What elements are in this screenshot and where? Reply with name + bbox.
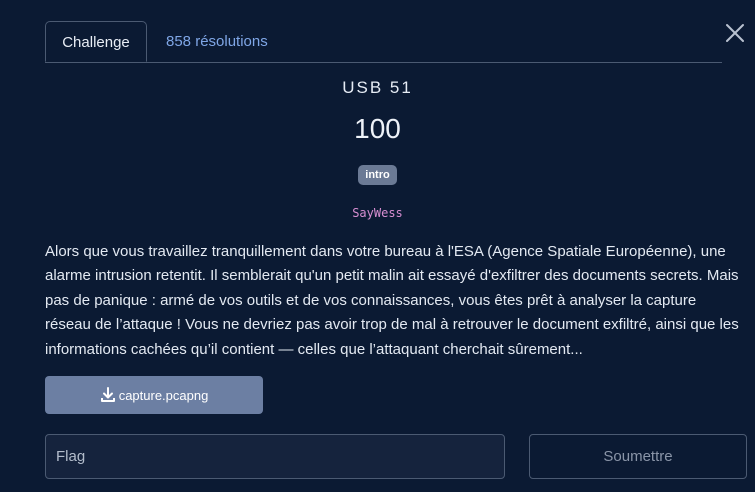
category-badge: intro bbox=[358, 165, 397, 185]
close-icon[interactable] bbox=[724, 22, 746, 44]
tab-bar: Challenge 858 résolutions bbox=[45, 21, 722, 63]
tag-container: intro bbox=[0, 165, 755, 185]
tab-challenge[interactable]: Challenge bbox=[45, 21, 147, 62]
flag-input[interactable] bbox=[45, 434, 505, 479]
tab-resolutions[interactable]: 858 résolutions bbox=[166, 21, 268, 62]
download-file-button[interactable]: capture.pcapng bbox=[45, 376, 263, 414]
challenge-points: 100 bbox=[354, 113, 401, 144]
download-file-label: capture.pcapng bbox=[118, 387, 209, 403]
submit-button[interactable]: Soumettre bbox=[529, 434, 747, 479]
challenge-author: SayWess bbox=[352, 206, 403, 220]
challenge-title: USB 51 bbox=[342, 78, 413, 97]
download-icon bbox=[100, 387, 115, 402]
challenge-modal: Challenge 858 résolutions USB 51 100 int… bbox=[0, 0, 755, 492]
challenge-description: Alors que vous travaillez tranquillement… bbox=[45, 243, 739, 358]
